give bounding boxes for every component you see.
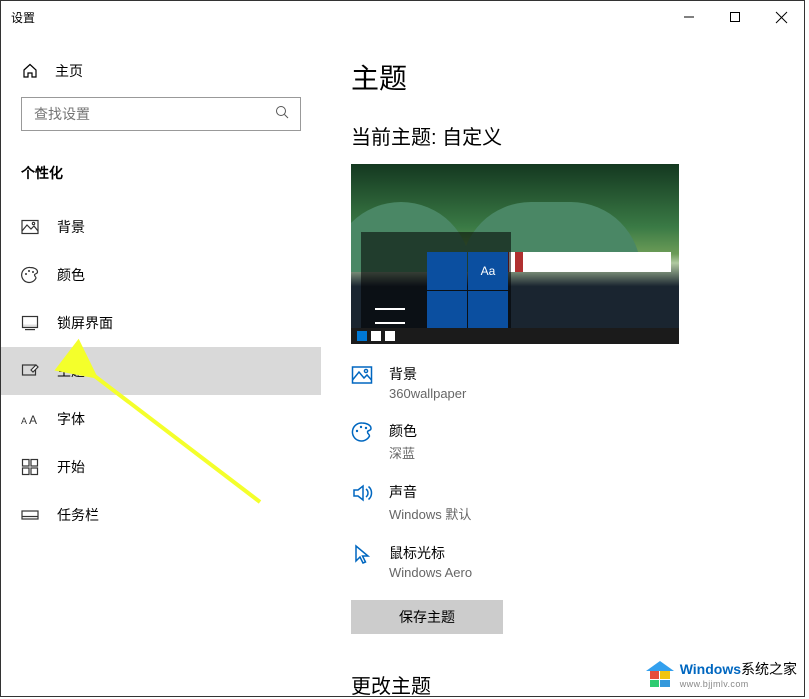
watermark-suffix: 系统之家 xyxy=(741,661,797,677)
body: 主页 个性化 背景 颜色 xyxy=(1,33,804,696)
minimize-button[interactable] xyxy=(666,1,712,33)
svg-text:A: A xyxy=(21,416,27,426)
taskbar-icon xyxy=(21,506,39,524)
search-input[interactable] xyxy=(32,105,242,123)
svg-text:A: A xyxy=(29,413,37,427)
search-icon xyxy=(275,105,290,123)
sidebar-item-label: 主题 xyxy=(57,361,85,381)
theme-icon xyxy=(21,362,39,380)
palette-icon xyxy=(351,421,373,443)
sidebar-item-label: 任务栏 xyxy=(57,505,99,525)
start-tiles-mock: Aa xyxy=(427,252,507,330)
save-theme-button[interactable]: 保存主题 xyxy=(351,600,503,634)
start-icon xyxy=(21,458,39,476)
sidebar-item-themes[interactable]: 主题 xyxy=(1,347,321,395)
sound-icon xyxy=(351,482,373,504)
setting-colors[interactable]: 颜色 深蓝 xyxy=(351,421,774,462)
home-icon xyxy=(21,62,39,80)
close-button[interactable] xyxy=(758,1,804,33)
window-controls xyxy=(666,1,804,33)
setting-value: Windows Aero xyxy=(389,565,472,580)
watermark-logo-icon xyxy=(646,661,674,687)
section-personalization: 个性化 xyxy=(1,149,321,203)
settings-window: 设置 主页 xyxy=(0,0,805,697)
taskbar-mock xyxy=(351,328,679,344)
page-title: 主题 xyxy=(351,57,774,97)
sidebar-item-label: 锁屏界面 xyxy=(57,313,113,333)
main-content: 主题 当前主题: 自定义 Aa xyxy=(321,33,804,696)
sidebar-item-colors[interactable]: 颜色 xyxy=(1,251,321,299)
minimize-icon xyxy=(684,12,694,22)
image-icon xyxy=(21,218,39,236)
setting-label: 背景 xyxy=(389,364,466,384)
sidebar-item-lockscreen[interactable]: 锁屏界面 xyxy=(1,299,321,347)
current-theme-heading: 当前主题: 自定义 xyxy=(351,121,774,150)
search-box[interactable] xyxy=(21,97,301,131)
image-icon xyxy=(351,364,373,386)
sidebar-item-label: 颜色 xyxy=(57,265,85,285)
setting-label: 颜色 xyxy=(389,421,417,441)
home-label: 主页 xyxy=(55,61,83,81)
setting-label: 声音 xyxy=(389,482,471,502)
setting-value: 深蓝 xyxy=(389,443,417,462)
sidebar-item-label: 背景 xyxy=(57,217,85,237)
watermark-brand: Windows xyxy=(680,661,741,677)
setting-background[interactable]: 背景 360wallpaper xyxy=(351,364,774,401)
cursor-icon xyxy=(351,543,373,565)
setting-value: Windows 默认 xyxy=(389,504,471,523)
sidebar-item-start[interactable]: 开始 xyxy=(1,443,321,491)
lockscreen-icon xyxy=(21,314,39,332)
setting-cursor[interactable]: 鼠标光标 Windows Aero xyxy=(351,543,774,580)
setting-value: 360wallpaper xyxy=(389,386,466,401)
maximize-icon xyxy=(730,12,740,22)
sidebar-item-label: 字体 xyxy=(57,409,85,429)
home-link[interactable]: 主页 xyxy=(1,51,321,91)
setting-label: 鼠标光标 xyxy=(389,543,472,563)
preview-aa-tile: Aa xyxy=(468,252,508,290)
palette-icon xyxy=(21,266,39,284)
sidebar-item-taskbar[interactable]: 任务栏 xyxy=(1,491,321,539)
watermark: Windows系统之家 www.bjjmlv.com xyxy=(646,659,797,689)
sidebar: 主页 个性化 背景 颜色 xyxy=(1,33,321,696)
close-icon xyxy=(776,12,787,23)
watermark-url: www.bjjmlv.com xyxy=(680,679,797,689)
sidebar-item-fonts[interactable]: AA 字体 xyxy=(1,395,321,443)
titlebar: 设置 xyxy=(1,1,804,33)
theme-preview[interactable]: Aa xyxy=(351,164,679,344)
window-title: 设置 xyxy=(11,9,35,26)
font-icon: AA xyxy=(21,410,39,428)
sidebar-item-label: 开始 xyxy=(57,457,85,477)
setting-sounds[interactable]: 声音 Windows 默认 xyxy=(351,482,774,523)
maximize-button[interactable] xyxy=(712,1,758,33)
sidebar-item-background[interactable]: 背景 xyxy=(1,203,321,251)
